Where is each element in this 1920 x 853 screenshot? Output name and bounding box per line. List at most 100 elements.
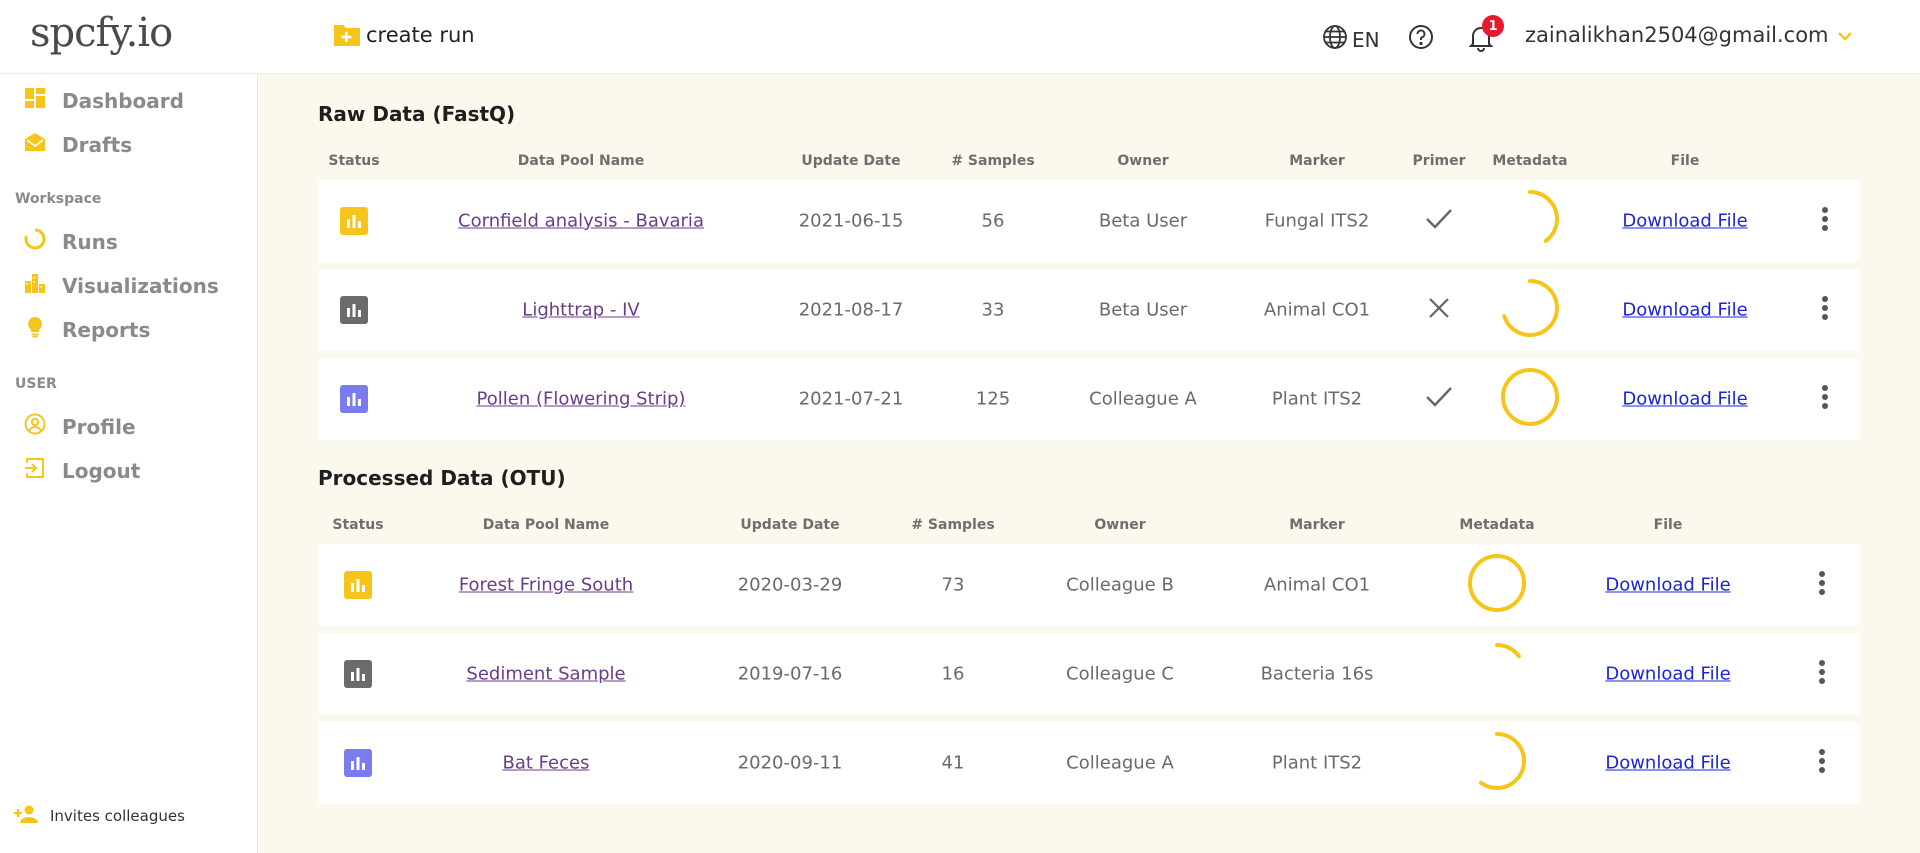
raw-data-title: Raw Data (FastQ) xyxy=(318,102,516,126)
sidebar-item-dashboard[interactable]: Dashboard xyxy=(24,87,184,114)
owner: Colleague A xyxy=(1089,388,1197,410)
chevron-down-icon xyxy=(1837,23,1853,47)
app-logo[interactable]: spcfy.io xyxy=(30,10,173,56)
processed-header-status: Status xyxy=(332,517,384,533)
metadata-progress-ring xyxy=(1465,729,1529,797)
raw-header-date: Update Date xyxy=(801,153,901,169)
language-selector[interactable]: EN xyxy=(1322,24,1380,55)
create-run-button[interactable]: create run xyxy=(332,22,475,48)
metadata-progress-ring xyxy=(1498,187,1562,255)
data-pool-name-link[interactable]: Sediment Sample xyxy=(466,664,625,685)
data-pool-name-link[interactable]: Cornfield analysis - Bavaria xyxy=(458,211,704,232)
update-date: 2021-08-17 xyxy=(798,299,904,321)
more-options-icon[interactable] xyxy=(1821,206,1829,236)
metadata-progress-ring xyxy=(1465,640,1529,708)
top-bar: spcfy.io create run EN 1 zainalikhan2504… xyxy=(0,0,1920,74)
owner: Colleague A xyxy=(1066,752,1174,774)
cross-icon xyxy=(1427,296,1451,324)
download-file-link[interactable]: Download File xyxy=(1605,575,1730,596)
metadata-progress-ring xyxy=(1498,365,1562,433)
logout-icon xyxy=(24,457,46,484)
sidebar-item-profile[interactable]: Profile xyxy=(24,413,136,440)
status-chart-icon[interactable] xyxy=(344,571,372,599)
update-date: 2021-07-21 xyxy=(798,388,904,410)
download-file-link[interactable]: Download File xyxy=(1622,211,1747,232)
sidebar-item-drafts[interactable]: Drafts xyxy=(24,131,132,158)
raw-header-samples: # Samples xyxy=(951,153,1035,169)
more-options-icon[interactable] xyxy=(1818,570,1826,600)
user-menu[interactable]: zainalikhan2504@gmail.com xyxy=(1525,23,1853,47)
download-file-link[interactable]: Download File xyxy=(1605,664,1730,685)
download-file-link[interactable]: Download File xyxy=(1622,389,1747,410)
data-pool-name-link[interactable]: Pollen (Flowering Strip) xyxy=(477,389,686,410)
status-chart-icon[interactable] xyxy=(340,207,368,235)
runs-icon xyxy=(24,228,46,255)
globe-icon xyxy=(1322,24,1348,55)
user-email: zainalikhan2504@gmail.com xyxy=(1525,23,1829,47)
drafts-icon xyxy=(24,131,46,158)
sidebar-item-label: Logout xyxy=(62,458,141,483)
more-options-icon[interactable] xyxy=(1818,748,1826,778)
processed-header-name: Data Pool Name xyxy=(482,517,610,533)
status-chart-icon[interactable] xyxy=(340,296,368,324)
marker: Plant ITS2 xyxy=(1271,752,1363,774)
sidebar-item-label: Drafts xyxy=(62,132,133,157)
help-button[interactable] xyxy=(1408,24,1434,54)
sidebar-item-label: Reports xyxy=(62,317,151,342)
sidebar-item-logout[interactable]: Logout xyxy=(24,457,140,484)
help-icon xyxy=(1408,25,1434,54)
check-icon xyxy=(1424,385,1454,413)
processed-header-marker: Marker xyxy=(1289,517,1345,533)
data-pool-name-link[interactable]: Lighttrap - IV xyxy=(522,300,639,321)
visualizations-icon xyxy=(24,272,46,299)
sidebar-item-label: Dashboard xyxy=(62,88,184,113)
owner: Colleague B xyxy=(1066,574,1174,596)
more-options-icon[interactable] xyxy=(1818,659,1826,689)
table-row: Bat Feces 2020-09-11 41 Colleague A Plant IT… xyxy=(318,722,1860,804)
sidebar-item-reports[interactable]: Reports xyxy=(24,316,150,343)
samples-count: 41 xyxy=(941,752,965,774)
raw-header-metadata: Metadata xyxy=(1492,153,1568,169)
table-row: Cornfield analysis - Bavaria 2021-06-15 56… xyxy=(318,180,1860,262)
lightbulb-icon xyxy=(24,316,46,343)
bell-icon xyxy=(1468,27,1494,56)
invite-colleagues-button[interactable]: Invites colleagues xyxy=(14,804,185,828)
processed-header-samples: # Samples xyxy=(911,517,995,533)
data-pool-name-link[interactable]: Bat Feces xyxy=(503,753,590,774)
sidebar-item-visualizations[interactable]: Visualizations xyxy=(24,272,219,299)
owner: Colleague C xyxy=(1066,663,1174,685)
table-row: Lighttrap - IV 2021-08-17 33 Beta User Anima… xyxy=(318,269,1860,351)
sidebar-item-label: Runs xyxy=(62,229,118,254)
more-options-icon[interactable] xyxy=(1821,384,1829,414)
notification-count-badge: 1 xyxy=(1482,15,1504,37)
create-run-label: create run xyxy=(366,23,475,47)
folder-plus-icon xyxy=(332,22,362,48)
status-chart-icon[interactable] xyxy=(344,660,372,688)
sidebar-item-runs[interactable]: Runs xyxy=(24,228,118,255)
metadata-progress-ring xyxy=(1465,551,1529,619)
raw-header-name: Data Pool Name xyxy=(517,153,645,169)
status-chart-icon[interactable] xyxy=(340,385,368,413)
processed-header-metadata: Metadata xyxy=(1459,517,1535,533)
owner: Beta User xyxy=(1098,299,1188,321)
raw-header-primer: Primer xyxy=(1412,153,1466,169)
sidebar-item-label: Profile xyxy=(62,414,136,439)
update-date: 2019-07-16 xyxy=(737,663,843,685)
more-options-icon[interactable] xyxy=(1821,295,1829,325)
update-date: 2020-03-29 xyxy=(737,574,843,596)
marker: Animal CO1 xyxy=(1263,299,1371,321)
marker: Animal CO1 xyxy=(1263,574,1371,596)
download-file-link[interactable]: Download File xyxy=(1605,753,1730,774)
table-row: Forest Fringe South 2020-03-29 73 Colleague… xyxy=(318,544,1860,626)
profile-icon xyxy=(24,413,46,440)
samples-count: 33 xyxy=(981,299,1005,321)
update-date: 2021-06-15 xyxy=(798,210,904,232)
table-row: Sediment Sample 2019-07-16 16 Colleague C Ba… xyxy=(318,633,1860,715)
data-pool-name-link[interactable]: Forest Fringe South xyxy=(459,575,633,596)
owner: Beta User xyxy=(1098,210,1188,232)
user-section-label: USER xyxy=(15,376,57,392)
workspace-section-label: Workspace xyxy=(15,191,102,207)
download-file-link[interactable]: Download File xyxy=(1622,300,1747,321)
raw-header-file: File xyxy=(1670,153,1700,169)
status-chart-icon[interactable] xyxy=(344,749,372,777)
